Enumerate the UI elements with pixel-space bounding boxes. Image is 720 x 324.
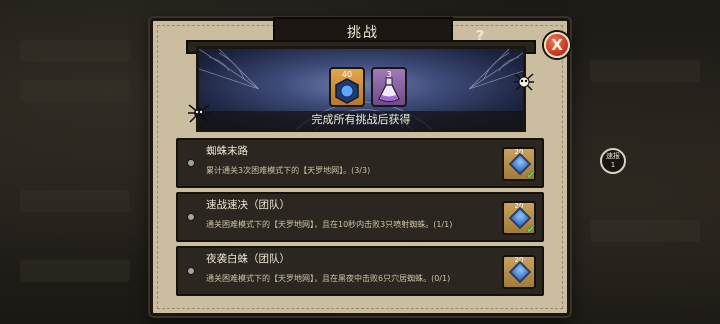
side-news-badge[interactable]: 速报 1 xyxy=(600,148,626,174)
status-dot xyxy=(187,213,195,221)
dialog-title: 挑战 xyxy=(347,25,379,41)
challenge-reward[interactable]: 20 ✔ xyxy=(502,201,536,236)
spider-decoration-icon xyxy=(188,104,210,123)
challenge-reward[interactable]: 20 xyxy=(502,255,536,289)
check-icon: ✔ xyxy=(525,168,536,182)
side-badge-label: 速报 xyxy=(606,152,620,160)
challenge-row[interactable]: 速战速决（团队） 通关困难模式下的【天罗地网】，且在10秒内击败3只喷射蜘蛛。(… xyxy=(176,192,544,242)
spider-decoration-icon xyxy=(514,73,534,91)
challenge-desc: 通关困难模式下的【天罗地网】，且在10秒内击败3只喷射蜘蛛。(1/1) xyxy=(206,220,453,229)
blue-gem-icon xyxy=(508,260,532,284)
challenge-desc: 通关困难模式下的【天罗地网】，且在黑夜中击败6只穴居蜘蛛。(0/1) xyxy=(206,274,451,283)
check-icon: ✔ xyxy=(525,222,536,236)
status-dot xyxy=(187,267,195,275)
challenge-list: 蜘蛛末路 累计通关3次困难模式下的【天罗地网】。(3/3) 20 ✔ 速战速决（… xyxy=(176,138,544,300)
close-button[interactable]: X xyxy=(544,32,570,58)
banner-caption: 完成所有挑战后获得 xyxy=(199,111,523,129)
challenge-row[interactable]: 夜袭白蛛（团队） 通关困难模式下的【天罗地网】，且在黑夜中击败6只穴居蜘蛛。(0… xyxy=(176,246,544,296)
challenge-reward[interactable]: 20 ✔ xyxy=(502,147,536,182)
challenge-title: 夜袭白蛛（团队） xyxy=(206,253,290,265)
challenge-title: 速战速决（团队） xyxy=(206,199,290,211)
side-badge-count: 1 xyxy=(610,161,616,169)
close-icon: X xyxy=(551,36,563,54)
reward-count: 40 xyxy=(341,70,353,79)
challenge-desc: 累计通关3次困难模式下的【天罗地网】。(3/3) xyxy=(206,166,371,175)
challenge-row[interactable]: 蜘蛛末路 累计通关3次困难模式下的【天罗地网】。(3/3) 20 ✔ xyxy=(176,138,544,188)
reward-slot-potion[interactable]: 3 xyxy=(371,67,407,107)
status-dot xyxy=(187,159,195,167)
challenge-title: 蜘蛛末路 xyxy=(206,145,248,157)
reward-slot-gem[interactable]: 40 xyxy=(329,67,365,107)
reward-count: 3 xyxy=(386,70,392,79)
reward-banner: 40 3 完成所有挑战后获得 xyxy=(196,46,526,132)
